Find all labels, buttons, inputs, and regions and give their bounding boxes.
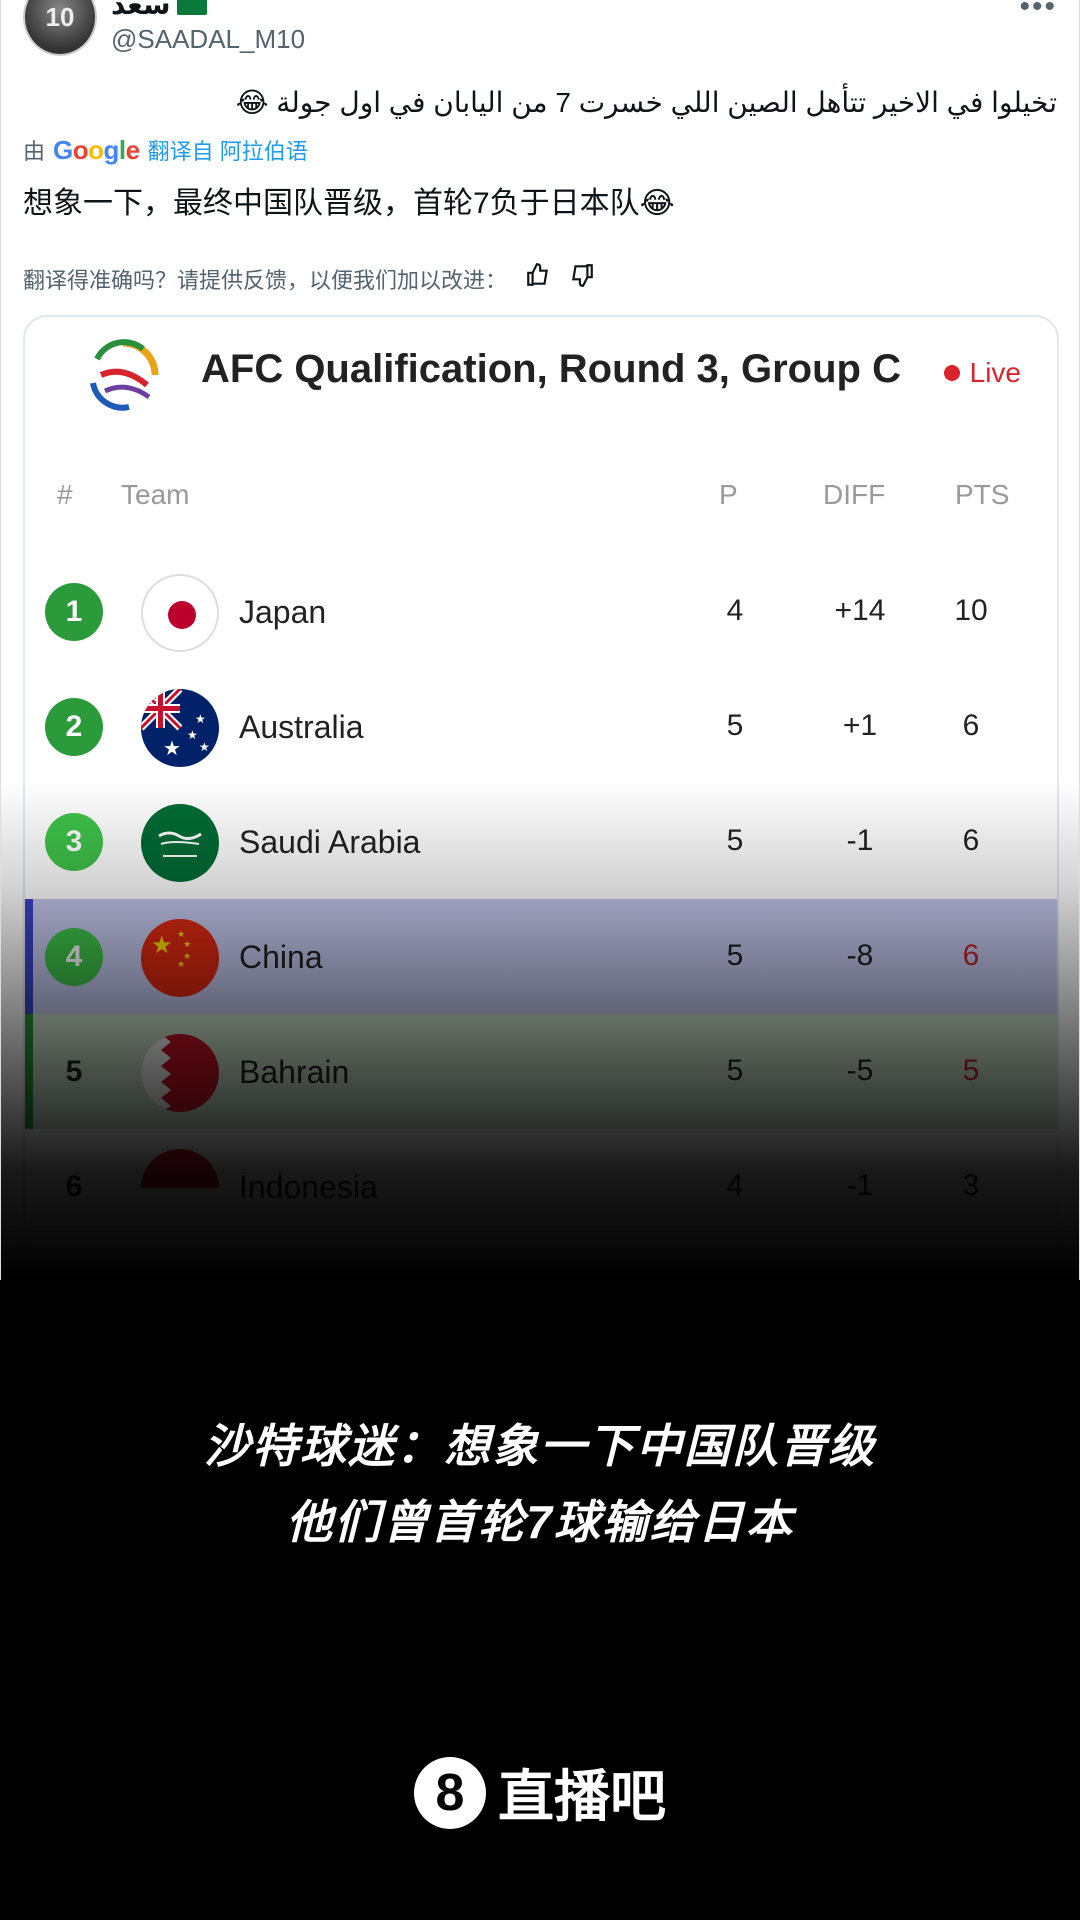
svg-text:★: ★ [195,712,206,726]
header-rank: # [57,479,73,510]
svg-text:★: ★ [177,929,185,939]
points-value: 6 [962,709,980,742]
bahrain-flag-icon [141,1034,219,1112]
zhibo8-logo-icon: 8 [414,1756,486,1829]
brand-watermark: 8 直播吧 [0,1752,1080,1833]
tweet-text-original: تخيلوا في الاخير تتأهل الصين اللي خسرت 7… [235,87,1057,118]
saudi-flag-icon [176,0,207,15]
played-value: 5 [726,709,744,742]
caption-line-1: 沙特球迷：想象一下中国队晋级 [204,1420,876,1472]
rank-badge: 6 [65,1170,83,1203]
brand-name: 直播吧 [498,1765,666,1828]
indonesia-flag-icon [141,1149,219,1227]
display-name[interactable]: سعد [111,0,207,21]
svg-text:★: ★ [163,738,181,760]
played-value: 4 [726,1169,744,1202]
points-value: 10 [954,594,988,627]
diff-value: -5 [846,1054,874,1087]
display-name-text: سعد [111,0,171,20]
team-name: Japan [239,594,327,630]
table-row[interactable]: 1 Japan 4 +14 10 [25,554,1057,669]
team-name: Australia [239,709,364,745]
points-value: 6 [962,939,980,972]
played-value: 5 [726,1054,744,1087]
feedback-prompt: 翻译得准确吗？请提供反馈，以便我们加以改进： [23,267,508,293]
avatar-number: 10 [45,1,75,32]
table-row[interactable]: 6 Indonesia 4 -1 3 [25,1129,1057,1244]
thumbs-up-icon[interactable] [525,262,551,295]
rank-badge: 2 [45,698,103,756]
diff-value: -1 [846,1169,874,1202]
rank-badge: 4 [45,928,103,986]
standings-card[interactable]: AFC Qualification, Round 3, Group C Live… [23,315,1059,1280]
card-title: AFC Qualification, Round 3, Group C [201,347,901,391]
played-value: 5 [726,939,744,972]
table-row[interactable]: 5 Bahrain 5 -5 5 [25,1014,1057,1129]
user-handle[interactable]: @SAADAL_M10 [111,24,305,55]
header-diff: DIFF [823,479,886,510]
points-value: 5 [962,1054,980,1087]
tweet-text-translated: 想象一下，最终中国队晋级，首轮7负于日本队😂 [23,187,675,220]
translation-attribution: 由 Google 翻译自 阿拉伯语 [23,134,308,166]
tweet-card: 10 سعد @SAADAL_M10 ••• تخيلوا في الاخير … [0,0,1080,1280]
svg-text:★: ★ [151,932,173,959]
diff-value: -1 [846,824,874,857]
live-label: Live [969,357,1021,388]
played-value: 5 [726,824,744,857]
team-name: Saudi Arabia [239,824,421,860]
live-badge: Live [943,357,1021,389]
translate-source-link[interactable]: 翻译自 阿拉伯语 [148,134,308,166]
saudi-arabia-flag-icon [141,804,219,882]
table-row[interactable]: 2 ★ ★ ★ ★ Australia 5 +1 6 [25,669,1057,784]
diff-value: -8 [846,939,874,972]
thumbs-down-icon[interactable] [569,262,595,295]
team-name: China [239,939,323,975]
live-dot-icon [943,365,960,381]
points-value: 3 [962,1169,980,1202]
translate-prefix: 由 [23,139,46,164]
caption-line-2: 他们曾首轮7球输给日本 [286,1496,794,1548]
china-flag-icon: ★ ★ ★ ★ ★ [141,919,219,997]
table-row[interactable]: 4 ★ ★ ★ ★ ★ China 5 -8 6 [25,899,1057,1014]
diff-value: +14 [834,594,886,627]
diff-value: +1 [842,709,878,742]
header-team: Team [121,479,190,510]
translation-feedback: 翻译得准确吗？请提供反馈，以便我们加以改进： [23,262,595,295]
google-logo: Google [53,134,140,165]
played-value: 4 [726,594,744,627]
table-row[interactable]: 3 Saudi Arabia 5 -1 6 [25,784,1057,899]
svg-text:★: ★ [183,939,191,949]
team-name: Bahrain [239,1054,350,1090]
australia-flag-icon: ★ ★ ★ ★ [141,689,219,767]
svg-text:★: ★ [199,740,210,754]
rank-badge: 5 [65,1055,83,1088]
avatar[interactable]: 10 [23,0,97,56]
rank-badge: 3 [45,813,103,871]
japan-flag-icon [141,574,219,652]
svg-text:★: ★ [187,728,198,742]
afc-logo-icon [90,339,159,411]
header-played: P [719,479,738,510]
team-name: Indonesia [239,1169,378,1205]
more-options-icon[interactable]: ••• [1019,0,1057,24]
header-points: PTS [955,479,1010,510]
rank-badge: 1 [45,583,103,641]
svg-text:★: ★ [177,959,185,969]
points-value: 6 [962,824,980,857]
